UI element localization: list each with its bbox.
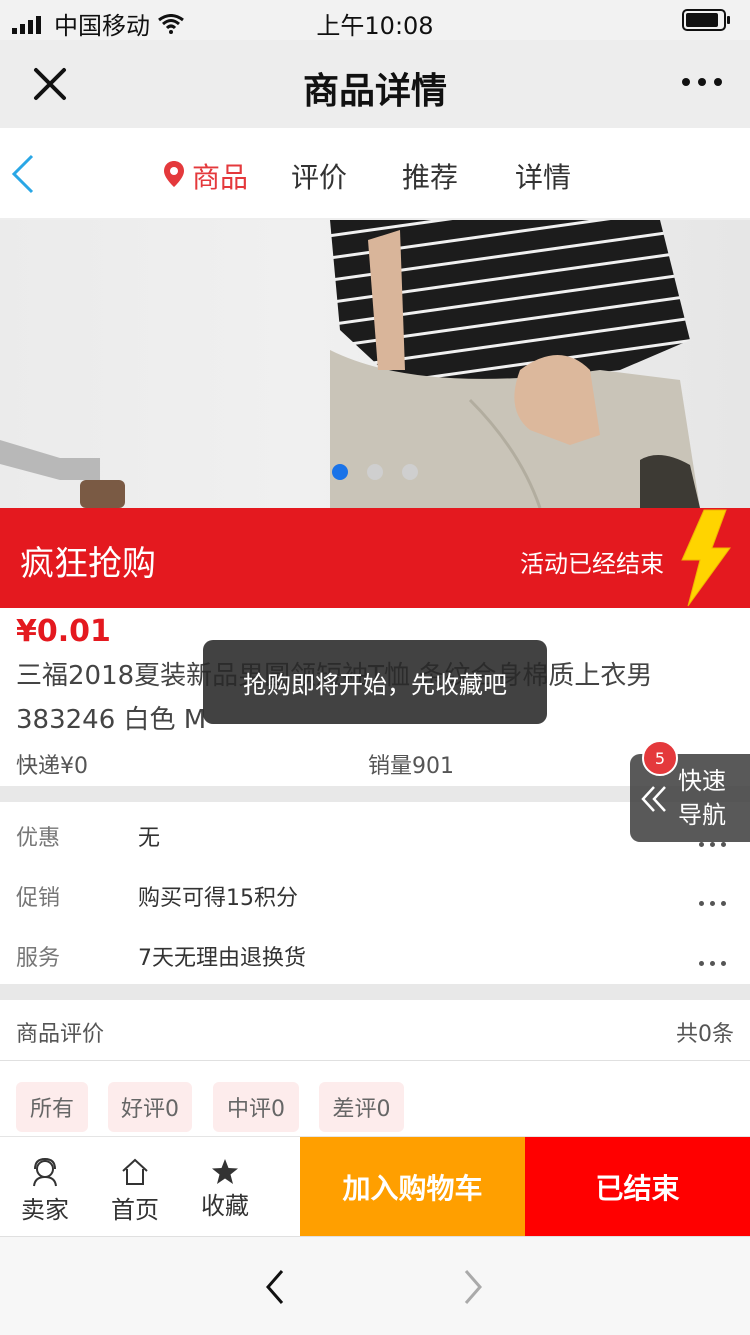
- discount-value: 无: [138, 826, 161, 851]
- discount-label: 优惠: [16, 826, 61, 851]
- home-icon: [122, 1158, 148, 1185]
- status-bar: 中国移动 上午10:08: [0, 0, 750, 40]
- add-to-cart-button[interactable]: 加入购物车: [300, 1137, 525, 1237]
- product-price: ¥0.01: [16, 614, 111, 649]
- action-bar: 卖家 首页 收藏 加入购物车 已结束: [0, 1136, 750, 1237]
- review-filter-positive[interactable]: 好评0: [108, 1082, 192, 1132]
- quick-nav-line1: 快速: [678, 767, 726, 795]
- review-count: 共0条: [676, 1022, 734, 1047]
- page-title: 商品详情: [302, 71, 447, 112]
- review-title: 商品评价: [16, 1022, 105, 1047]
- browser-toolbar: [0, 1236, 750, 1335]
- review-header[interactable]: 商品评价 共0条: [0, 1000, 750, 1061]
- sale-ended-button[interactable]: 已结束: [525, 1137, 750, 1237]
- lightning-icon: [681, 509, 731, 607]
- flash-sale-status: 活动已经结束: [520, 550, 664, 578]
- tab-product[interactable]: 商品: [192, 156, 248, 196]
- notification-badge: 5: [642, 740, 678, 776]
- flash-sale-title: 疯狂抢购: [20, 544, 156, 584]
- more-icon[interactable]: [682, 78, 722, 86]
- carousel-dot[interactable]: [367, 464, 383, 480]
- section-tabs: 商品 评价 推荐 详情: [0, 128, 750, 220]
- shipping-fee: 快递¥0: [16, 754, 88, 779]
- flash-sale-bar: 疯狂抢购 活动已经结束: [0, 508, 750, 608]
- tab-details[interactable]: 详情: [515, 156, 571, 196]
- carousel-dot[interactable]: [402, 464, 418, 480]
- divider: [0, 984, 750, 1000]
- tab-reviews[interactable]: 评价: [291, 156, 347, 196]
- browser-forward-icon[interactable]: [460, 1267, 486, 1307]
- tab-recommend[interactable]: 推荐: [402, 156, 458, 196]
- battery-icon: [682, 8, 732, 36]
- seller-button[interactable]: 卖家: [0, 1137, 90, 1237]
- service-more-icon[interactable]: [699, 961, 726, 966]
- seller-label: 卖家: [21, 1196, 69, 1224]
- service-value: 7天无理由退换货: [138, 946, 306, 971]
- service-label: 服务: [16, 946, 61, 971]
- promotion-label: 促销: [16, 886, 61, 911]
- toast-message: 抢购即将开始，先收藏吧: [203, 640, 547, 724]
- carousel-dot-active[interactable]: [332, 464, 348, 480]
- star-icon: [212, 1159, 238, 1184]
- double-chevron-left-icon: [641, 786, 666, 812]
- review-filter-all[interactable]: 所有: [16, 1082, 88, 1132]
- home-label: 首页: [111, 1196, 159, 1224]
- quick-nav-line2: 导航: [678, 801, 726, 829]
- favorite-button[interactable]: 收藏: [180, 1137, 270, 1237]
- back-arrow-icon[interactable]: [8, 152, 38, 196]
- quick-nav-label: 快速 导航: [678, 764, 726, 832]
- promotion-value: 购买可得15积分: [138, 886, 298, 911]
- browser-back-icon[interactable]: [262, 1267, 288, 1307]
- customer-service-icon: [33, 1157, 57, 1187]
- status-time: 上午10:08: [316, 12, 434, 40]
- review-filter-neutral[interactable]: 中评0: [213, 1082, 299, 1132]
- review-filter-negative[interactable]: 差评0: [319, 1082, 404, 1132]
- promotion-more-icon[interactable]: [699, 901, 726, 906]
- sales-count: 销量901: [368, 754, 454, 779]
- home-button[interactable]: 首页: [90, 1137, 180, 1237]
- discount-more-icon[interactable]: [699, 842, 726, 847]
- navigation-bar: 商品详情: [0, 40, 750, 129]
- favorite-label: 收藏: [201, 1192, 249, 1220]
- location-pin-icon: [164, 161, 184, 187]
